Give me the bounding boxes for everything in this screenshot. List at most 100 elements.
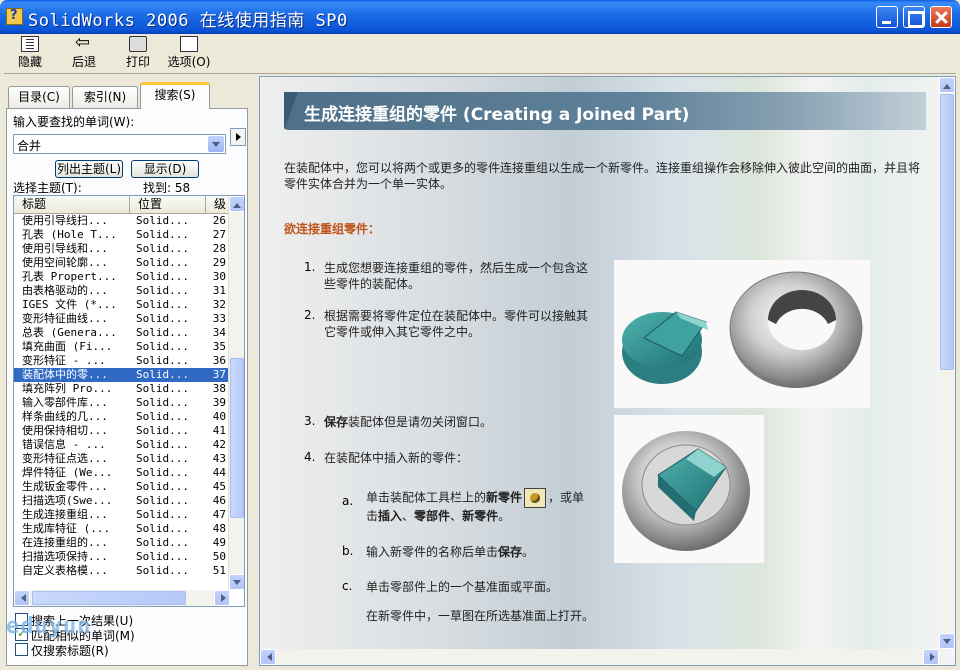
substep-text: 输入新零件的名称后单击保存。 bbox=[366, 544, 596, 560]
printer-icon bbox=[129, 36, 147, 52]
result-title: 使用引导线扫... bbox=[22, 214, 108, 227]
result-row[interactable]: 生成钣金零件... Solid... 45 bbox=[14, 480, 230, 494]
print-label: 打印 bbox=[125, 55, 150, 69]
column-header-rank[interactable]: 级 bbox=[206, 196, 230, 214]
result-row[interactable]: 填充阵列 Pro... Solid... 38 bbox=[14, 382, 230, 396]
result-row[interactable]: 变形特征点选... Solid... 43 bbox=[14, 452, 230, 466]
hide-button[interactable]: 隐藏 bbox=[6, 36, 54, 70]
search-keyword-value: 合并 bbox=[17, 139, 42, 153]
result-row[interactable]: 使用引导线扫... Solid... 26 bbox=[14, 214, 230, 228]
scroll-up-button[interactable] bbox=[229, 196, 244, 212]
content-scroll-down-button[interactable] bbox=[939, 633, 955, 649]
result-row[interactable]: 使用空间轮廓... Solid... 29 bbox=[14, 256, 230, 270]
hide-label: 隐藏 bbox=[17, 55, 42, 69]
result-row[interactable]: 变形特征曲线... Solid... 33 bbox=[14, 312, 230, 326]
result-row[interactable]: 孔表 (Hole T... Solid... 27 bbox=[14, 228, 230, 242]
result-row[interactable]: 焊件特征 (We... Solid... 44 bbox=[14, 466, 230, 480]
separator: 、 bbox=[402, 509, 415, 523]
result-row[interactable]: 由表格驱动的... Solid... 31 bbox=[14, 284, 230, 298]
results-horizontal-scrollbar[interactable] bbox=[14, 590, 230, 606]
result-location: Solid... bbox=[136, 284, 189, 297]
result-title: 变形特征点选... bbox=[22, 452, 108, 465]
step-text: 在装配体中插入新的零件： bbox=[324, 451, 469, 465]
result-row[interactable]: 变形特征 - ... Solid... 36 bbox=[14, 354, 230, 368]
close-button[interactable] bbox=[930, 6, 952, 28]
title-bar[interactable]: SolidWorks 2006 在线使用指南 SP0 bbox=[0, 0, 960, 34]
topic-content: 生成连接重组的零件 (Creating a Joined Part) 在装配体中… bbox=[259, 76, 956, 666]
result-row[interactable]: 装配体中的零... Solid... 37 bbox=[14, 368, 230, 382]
result-title: 自定义表格模... bbox=[22, 564, 108, 577]
content-scroll-right-button[interactable] bbox=[923, 649, 939, 665]
result-row[interactable]: 自定义表格模... Solid... 51 bbox=[14, 564, 230, 578]
result-row[interactable]: 输入零部件库... Solid... 39 bbox=[14, 396, 230, 410]
new-part-tool-icon bbox=[524, 488, 547, 508]
result-row[interactable]: 孔表 Propert... Solid... 30 bbox=[14, 270, 230, 284]
scroll-right-button[interactable] bbox=[214, 590, 230, 606]
result-location: Solid... bbox=[136, 312, 189, 325]
result-row[interactable]: 生成连接重组... Solid... 47 bbox=[14, 508, 230, 522]
procedure-heading: 欲连接重组零件： bbox=[284, 222, 381, 236]
tab-contents[interactable]: 目录(C) bbox=[8, 86, 70, 108]
content-scroll-thumb[interactable] bbox=[940, 94, 954, 370]
result-rank: 27 bbox=[212, 228, 226, 241]
column-header-title[interactable]: 标题 bbox=[14, 196, 130, 214]
scroll-thumb[interactable] bbox=[230, 358, 244, 518]
content-scroll-left-button[interactable] bbox=[260, 649, 276, 665]
step-text: 根据需要将零件定位在装配体中。零件可以接触其它零件或伸入其它零件之中。 bbox=[324, 309, 589, 339]
found-count: 找到: 58 bbox=[143, 181, 191, 195]
content-scroll-up-button[interactable] bbox=[939, 77, 955, 93]
result-rank: 31 bbox=[212, 284, 226, 297]
scroll-down-button[interactable] bbox=[229, 574, 244, 590]
watermark-logo: eduyun bbox=[6, 614, 92, 639]
result-row[interactable]: 填充曲面 (Fi... Solid... 35 bbox=[14, 340, 230, 354]
display-button[interactable]: 显示(D) bbox=[131, 160, 199, 178]
result-row[interactable]: 样条曲线的几... Solid... 40 bbox=[14, 410, 230, 424]
options-button[interactable]: 选项(O) bbox=[162, 36, 216, 70]
result-rank: 35 bbox=[212, 340, 226, 353]
scroll-left-button[interactable] bbox=[14, 590, 30, 606]
result-rank: 37 bbox=[212, 368, 226, 381]
result-rank: 28 bbox=[212, 242, 226, 255]
result-row[interactable]: 扫描选项保持... Solid... 50 bbox=[14, 550, 230, 564]
result-location: Solid... bbox=[136, 326, 189, 339]
content-horizontal-scrollbar[interactable] bbox=[260, 649, 939, 665]
back-button[interactable]: 后退 bbox=[60, 32, 108, 70]
result-location: Solid... bbox=[136, 214, 189, 227]
result-title: 扫描选项保持... bbox=[22, 550, 108, 563]
figure-separate-parts bbox=[614, 260, 870, 408]
result-row[interactable]: 使用保持相切... Solid... 41 bbox=[14, 424, 230, 438]
tab-search[interactable]: 搜索(S) bbox=[140, 82, 210, 109]
result-rank: 36 bbox=[212, 354, 226, 367]
result-title: 变形特征 - ... bbox=[22, 354, 106, 367]
column-header-location[interactable]: 位置 bbox=[130, 196, 206, 214]
intro-paragraph: 在装配体中，您可以将两个或更多的零件连接重组以生成一个新零件。连接重组操作会移除… bbox=[284, 161, 921, 191]
list-topics-button[interactable]: 列出主题(L) bbox=[55, 160, 123, 178]
content-vertical-scrollbar[interactable] bbox=[939, 77, 955, 649]
result-rank: 40 bbox=[212, 410, 226, 423]
search-keyword-combo[interactable]: 合并 bbox=[13, 134, 226, 154]
result-row[interactable]: IGES 文件 (*... Solid... 32 bbox=[14, 298, 230, 312]
result-row[interactable]: 错误信息 - ... Solid... 42 bbox=[14, 438, 230, 452]
titles-only-label[interactable]: 仅搜索标题(R) bbox=[31, 642, 109, 659]
result-row[interactable]: 在连接重组的... Solid... 49 bbox=[14, 536, 230, 550]
minimize-button[interactable] bbox=[876, 6, 898, 28]
result-rank: 38 bbox=[212, 382, 226, 395]
result-title: 孔表 Propert... bbox=[22, 270, 117, 283]
maximize-button[interactable] bbox=[903, 6, 925, 28]
result-row[interactable]: 生成库特征 (... Solid... 48 bbox=[14, 522, 230, 536]
search-operators-button[interactable] bbox=[230, 128, 246, 146]
result-row[interactable]: 总表 (Genera... Solid... 34 bbox=[14, 326, 230, 340]
titles-only-checkbox[interactable] bbox=[15, 643, 28, 656]
result-row[interactable]: 使用引导线和... Solid... 28 bbox=[14, 242, 230, 256]
horizontal-scroll-thumb[interactable] bbox=[32, 591, 186, 605]
result-title: 生成连接重组... bbox=[22, 508, 108, 521]
result-rank: 48 bbox=[212, 522, 226, 535]
print-button[interactable]: 打印 bbox=[114, 36, 162, 70]
result-location: Solid... bbox=[136, 270, 189, 283]
results-vertical-scrollbar[interactable] bbox=[228, 196, 244, 590]
result-row[interactable]: 扫描选项(Swe... Solid... 46 bbox=[14, 494, 230, 508]
chevron-down-icon[interactable] bbox=[208, 136, 224, 152]
results-list[interactable]: 标题 位置 级 使用引导线扫... Solid... 26 孔表 (Hole T...… bbox=[13, 195, 245, 607]
tab-index[interactable]: 索引(N) bbox=[72, 86, 138, 108]
result-title: 总表 (Genera... bbox=[22, 326, 117, 339]
